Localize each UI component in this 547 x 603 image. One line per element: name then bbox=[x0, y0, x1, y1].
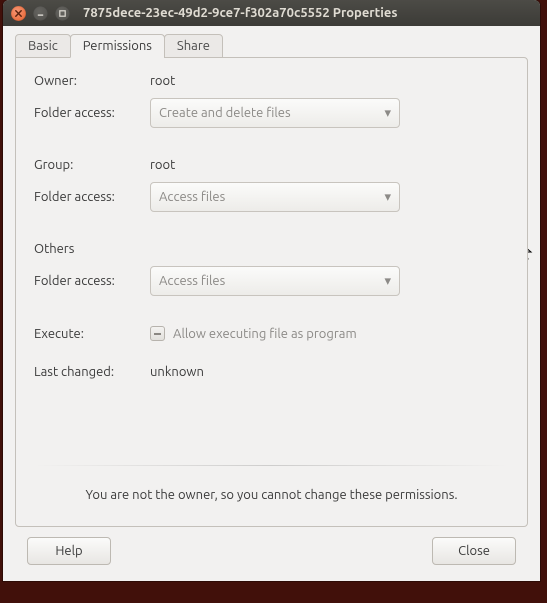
execute-row: Allow executing file as program bbox=[150, 326, 509, 341]
group-value: root bbox=[150, 158, 509, 172]
close-button[interactable]: Close bbox=[432, 537, 516, 565]
properties-window: 7875dece-23ec-49d2-9ce7-f302a70c5552 Pro… bbox=[3, 0, 540, 581]
owner-value: root bbox=[150, 74, 509, 88]
chevron-down-icon: ▾ bbox=[384, 190, 391, 205]
tab-basic[interactable]: Basic bbox=[15, 34, 71, 58]
window-title: 7875dece-23ec-49d2-9ce7-f302a70c5552 Pro… bbox=[83, 6, 398, 20]
tab-permissions[interactable]: Permissions bbox=[70, 34, 165, 58]
others-access-combo[interactable]: Access files ▾ bbox=[150, 266, 400, 296]
others-access-label: Folder access: bbox=[34, 274, 146, 288]
minimize-icon bbox=[36, 9, 45, 18]
owner-label: Owner: bbox=[34, 74, 146, 88]
execute-check-label: Allow executing file as program bbox=[173, 327, 357, 341]
group-label: Group: bbox=[34, 158, 146, 172]
window-maximize-button[interactable] bbox=[55, 6, 70, 21]
lastchanged-label: Last changed: bbox=[34, 365, 146, 379]
window-minimize-button[interactable] bbox=[33, 6, 48, 21]
window-close-button[interactable] bbox=[11, 6, 26, 21]
permissions-panel: Owner: root Folder access: Create and de… bbox=[15, 57, 528, 527]
execute-checkbox[interactable] bbox=[150, 326, 165, 341]
group-access-combo[interactable]: Access files ▾ bbox=[150, 182, 400, 212]
chevron-down-icon: ▾ bbox=[384, 274, 391, 289]
tab-share[interactable]: Share bbox=[164, 34, 223, 58]
group-access-value: Access files bbox=[159, 190, 225, 204]
titlebar: 7875dece-23ec-49d2-9ce7-f302a70c5552 Pro… bbox=[3, 0, 540, 26]
help-button[interactable]: Help bbox=[27, 537, 111, 565]
owner-access-combo[interactable]: Create and delete files ▾ bbox=[150, 98, 400, 128]
others-access-value: Access files bbox=[159, 274, 225, 288]
dialog-footer: Help Close bbox=[15, 527, 528, 569]
content-area: Basic Permissions Share Owner: root Fold… bbox=[3, 26, 540, 581]
maximize-icon bbox=[58, 9, 67, 18]
chevron-down-icon: ▾ bbox=[384, 106, 391, 121]
indeterminate-icon bbox=[154, 333, 161, 335]
group-access-label: Folder access: bbox=[34, 190, 146, 204]
permissions-grid: Owner: root Folder access: Create and de… bbox=[34, 74, 509, 379]
tabs: Basic Permissions Share bbox=[15, 34, 528, 58]
others-label: Others bbox=[34, 242, 146, 256]
lastchanged-value: unknown bbox=[150, 365, 509, 379]
owner-access-value: Create and delete files bbox=[159, 106, 291, 120]
close-icon bbox=[14, 9, 23, 18]
execute-label: Execute: bbox=[34, 327, 146, 341]
ownership-notice: You are not the owner, so you cannot cha… bbox=[34, 466, 509, 508]
owner-access-label: Folder access: bbox=[34, 106, 146, 120]
